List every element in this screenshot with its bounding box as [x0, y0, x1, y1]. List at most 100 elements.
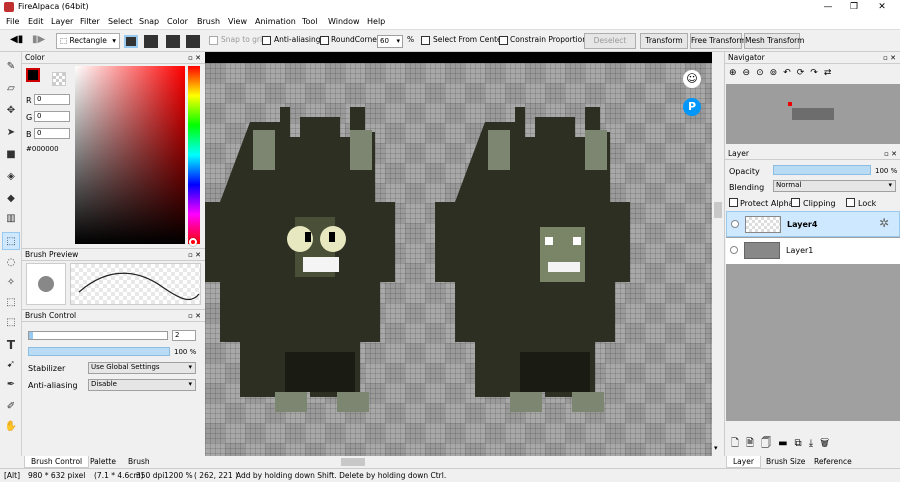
merge-down-icon[interactable]: ⤓	[809, 438, 820, 449]
fill-tool-icon[interactable]: ◆	[2, 190, 20, 208]
text-tool-icon[interactable]: T	[2, 336, 20, 354]
layer-row-layer1[interactable]: Layer1	[726, 238, 900, 264]
delete-layer-icon[interactable]: 🗑	[820, 438, 836, 449]
brush-opacity-slider[interactable]	[28, 347, 170, 356]
anti-aliasing-select[interactable]: Disable ▾	[88, 379, 196, 391]
menu-filter[interactable]: Filter	[80, 17, 100, 26]
tab-layer[interactable]: Layer	[726, 456, 761, 468]
magic-wand-tool-icon[interactable]: ✧	[2, 274, 20, 292]
scroll-down-icon[interactable]: ▾	[714, 444, 718, 452]
select-from-center-checkbox[interactable]	[421, 36, 430, 45]
clipping-checkbox[interactable]	[791, 198, 800, 207]
zoom-fit-icon[interactable]: ⊙	[756, 68, 770, 78]
selection-mode-new-button[interactable]	[124, 35, 138, 48]
saturation-value-picker[interactable]	[75, 66, 185, 244]
anti-aliasing-checkbox[interactable]	[262, 36, 271, 45]
menu-edit[interactable]: Edit	[28, 17, 44, 26]
transform-button[interactable]: Transform	[640, 33, 688, 49]
shape-select[interactable]: ⬚ Rectangle ▾	[56, 33, 120, 49]
stabilizer-select[interactable]: Use Global Settings ▾	[88, 362, 196, 374]
menu-tool[interactable]: Tool	[302, 17, 318, 26]
rotate-right-icon[interactable]: ↷	[810, 68, 824, 78]
menu-select[interactable]: Select	[108, 17, 133, 26]
alpaca-mascot-icon[interactable]: ☺	[683, 70, 701, 88]
tab-brush-control[interactable]: Brush Control	[24, 456, 90, 468]
deselect-button[interactable]: Deselect	[584, 33, 636, 49]
vertical-scroll-thumb[interactable]	[714, 202, 722, 218]
frame-divider-tool-icon[interactable]: ➹	[2, 356, 20, 374]
menu-brush[interactable]: Brush	[197, 17, 220, 26]
tab-brush[interactable]: Brush	[122, 456, 156, 468]
hand-tool-icon[interactable]: ✋	[2, 418, 20, 436]
free-transform-button[interactable]: Free Transform	[690, 33, 747, 49]
canvas-area[interactable]: ☺ P	[205, 52, 712, 456]
panel-pin-icon[interactable]: ▫ ✕	[185, 310, 201, 322]
menu-view[interactable]: View	[228, 17, 247, 26]
layer-visibility-icon[interactable]	[731, 220, 739, 228]
panel-pin-icon[interactable]: ▫ ✕	[185, 52, 201, 64]
menu-window[interactable]: Window	[328, 17, 360, 26]
bucket-tool-icon[interactable]: ◈	[2, 168, 20, 186]
round-corner-input[interactable]: 60 ▾	[377, 35, 403, 48]
flip-icon[interactable]: ⇄	[824, 68, 838, 78]
pixiv-icon[interactable]: P	[683, 98, 701, 116]
menu-help[interactable]: Help	[367, 17, 385, 26]
brush-size-slider[interactable]	[28, 331, 168, 340]
new-layer-1bit-icon[interactable]: 🗍	[761, 438, 778, 449]
menu-snap[interactable]: Snap	[139, 17, 159, 26]
mesh-transform-button[interactable]: Mesh Transform	[744, 33, 804, 49]
snap-to-grid-checkbox[interactable]	[209, 36, 218, 45]
lock-checkbox[interactable]	[846, 198, 855, 207]
layer-settings-gear-icon[interactable]: ✲	[879, 216, 889, 230]
lasso-tool-icon[interactable]: ◌	[2, 254, 20, 272]
vertical-scrollbar[interactable]: ▾	[712, 52, 724, 456]
constrain-proportions-checkbox[interactable]	[499, 36, 508, 45]
horizontal-scrollbar[interactable]	[205, 456, 712, 468]
tab-brush-size[interactable]: Brush Size	[760, 456, 811, 468]
layer-row-layer4[interactable]: Layer4 ✲	[726, 211, 900, 237]
layer-visibility-icon[interactable]	[730, 246, 738, 254]
eyedropper-tool-icon[interactable]: ✐	[2, 398, 20, 416]
gradient-tool-icon[interactable]: ▥	[2, 210, 20, 228]
r-input[interactable]: 0	[34, 94, 70, 105]
actual-size-icon[interactable]: ⊚	[770, 68, 784, 78]
horizontal-scroll-thumb[interactable]	[341, 458, 365, 466]
g-input[interactable]: 0	[34, 111, 70, 122]
brush-size-input[interactable]: 2	[172, 330, 196, 341]
hue-slider-handle[interactable]	[189, 238, 197, 246]
new-layer-icon[interactable]: 🗋	[731, 438, 746, 449]
panel-pin-icon[interactable]: ▫ ✕	[185, 249, 201, 261]
pen-tool-icon[interactable]: ✎	[2, 58, 20, 76]
select-pen-tool-icon[interactable]: ⬚	[2, 294, 20, 312]
panel-toggle-left-icon[interactable]: ◀▮	[10, 34, 23, 45]
navigator-preview[interactable]	[726, 84, 900, 144]
selection-mode-add-button[interactable]	[144, 35, 158, 48]
duplicate-layer-icon[interactable]: ⧉	[795, 438, 809, 449]
rotate-left-icon[interactable]: ↶	[783, 68, 797, 78]
move-tool-icon[interactable]: ✥	[2, 102, 20, 120]
selection-mode-subtract-button[interactable]	[166, 35, 180, 48]
panel-pin-icon[interactable]: ▫ ✕	[881, 148, 897, 160]
zoom-in-icon[interactable]: ⊕	[729, 68, 743, 78]
new-folder-icon[interactable]: ▬	[778, 438, 794, 449]
tab-reference[interactable]: Reference	[808, 456, 858, 468]
eraser-tool-icon[interactable]: ▱	[2, 80, 20, 98]
blending-select[interactable]: Normal ▾	[773, 180, 896, 192]
transparent-color-swatch[interactable]	[52, 72, 66, 86]
menu-file[interactable]: File	[6, 17, 19, 26]
fill-shape-tool-icon[interactable]: ■	[2, 146, 20, 164]
layer-opacity-slider[interactable]	[773, 165, 871, 175]
maximize-button[interactable]: ❐	[842, 1, 866, 13]
new-layer-8bit-icon[interactable]: 🗎	[746, 438, 761, 449]
panel-toggle-right-icon[interactable]: ▮▶	[32, 34, 45, 45]
menu-animation[interactable]: Animation	[255, 17, 296, 26]
dot-pen-tool-icon[interactable]: ✒	[2, 376, 20, 394]
menu-color[interactable]: Color	[167, 17, 188, 26]
select-eraser-tool-icon[interactable]: ⬚	[2, 314, 20, 332]
protect-alpha-checkbox[interactable]	[729, 198, 738, 207]
round-corner-checkbox[interactable]	[320, 36, 329, 45]
primary-color-swatch[interactable]	[26, 68, 40, 82]
minimize-button[interactable]: —	[816, 1, 840, 13]
panel-pin-icon[interactable]: ▫ ✕	[880, 52, 896, 64]
close-button[interactable]: ✕	[870, 1, 894, 13]
